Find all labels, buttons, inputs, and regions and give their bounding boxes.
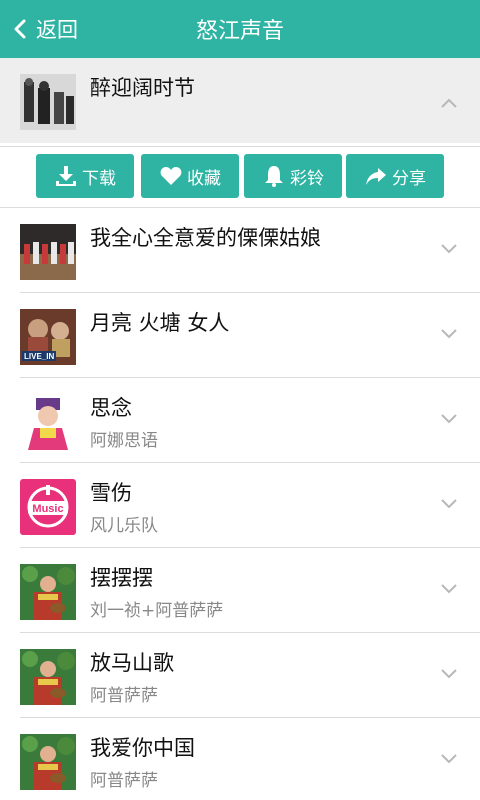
song-item[interactable]: 摆摆摆 刘一祯+阿普萨萨 [0,548,480,633]
chevron-down-icon[interactable] [440,241,458,255]
song-name: 醉迎阔时节 [90,76,195,100]
song-name: 摆摆摆 [90,566,153,590]
heart-icon [160,167,182,185]
download-icon [56,166,76,186]
song-item[interactable]: 思念 阿娜思语 [0,378,480,463]
album-cover [20,394,76,450]
album-cover: LIVE_IN [20,309,76,365]
song-item[interactable]: Music 雪伤 风儿乐队 [0,463,480,548]
album-cover [20,649,76,705]
share-label: 分享 [392,168,426,189]
chevron-down-icon[interactable] [440,666,458,680]
chevron-down-icon[interactable] [440,581,458,595]
share-button[interactable]: 分享 [346,154,444,198]
song-name: 思念 [90,396,132,420]
album-cover [20,734,76,790]
chevron-left-icon [14,19,26,39]
album-cover [20,224,76,280]
song-name: 月亮 火塘 女人 [90,311,230,335]
song-item-expanded[interactable]: 醉迎阔时节 [0,58,480,143]
share-icon [366,168,386,185]
ringtone-label: 彩铃 [290,168,324,189]
artist-name: 阿普萨萨 [90,771,158,791]
top-bar: 返回 怒江声音 [0,0,480,58]
ringtone-button[interactable]: 彩铃 [244,154,342,198]
album-cover [20,74,76,130]
chevron-down-icon[interactable] [440,751,458,765]
action-bar: 下载 收藏 彩铃 分享 [0,146,480,208]
chevron-down-icon[interactable] [440,496,458,510]
chevron-down-icon[interactable] [440,411,458,425]
album-cover: Music [20,479,76,535]
music-badge: Music [32,503,63,515]
chevron-up-icon[interactable] [440,96,458,110]
album-cover [20,564,76,620]
back-label: 返回 [36,18,78,42]
song-item[interactable]: 我全心全意爱的傈傈姑娘 [0,208,480,293]
back-button[interactable]: 返回 [10,0,78,58]
download-label: 下载 [82,168,116,189]
song-name: 我全心全意爱的傈傈姑娘 [90,226,321,250]
favorite-button[interactable]: 收藏 [141,154,239,198]
song-name: 放马山歌 [90,651,174,675]
song-item[interactable]: 我爱你中国 阿普萨萨 [0,718,480,800]
song-item[interactable]: LIVE_IN 月亮 火塘 女人 [0,293,480,378]
song-name: 雪伤 [90,481,132,505]
bell-icon [265,166,283,187]
song-name: 我爱你中国 [90,736,195,760]
artist-name: 风儿乐队 [90,516,158,536]
artist-name: 阿普萨萨 [90,686,158,706]
song-item[interactable]: 放马山歌 阿普萨萨 [0,633,480,718]
download-button[interactable]: 下载 [36,154,134,198]
favorite-label: 收藏 [187,168,221,189]
live-badge: LIVE_IN [24,352,54,361]
artist-name: 阿娜思语 [90,431,158,451]
artist-name: 刘一祯+阿普萨萨 [90,601,224,621]
chevron-down-icon[interactable] [440,326,458,340]
